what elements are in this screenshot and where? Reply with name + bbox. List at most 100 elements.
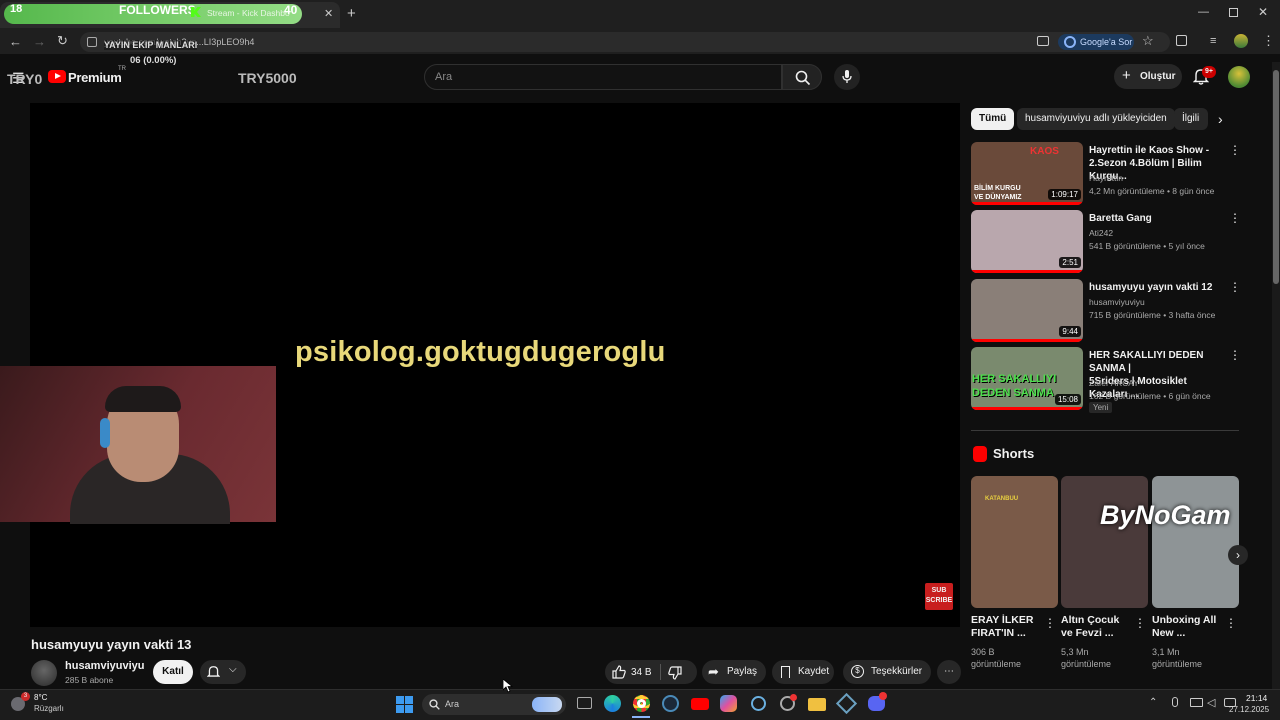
profile-avatar[interactable] xyxy=(1234,34,1248,48)
short-item[interactable]: ERAY İLKER FIRAT'IN ... 306 B görüntülem… xyxy=(971,476,1058,672)
app-icon-3[interactable] xyxy=(835,692,858,715)
app-icon-1[interactable] xyxy=(748,694,770,714)
video-duration: 9:44 xyxy=(1059,326,1081,337)
thanks-label: Teşekkürler xyxy=(871,666,923,677)
more-vert-icon[interactable]: ⋮ xyxy=(1044,616,1056,630)
steam-icon[interactable] xyxy=(660,694,682,714)
short-title-line1: ERAY İLKER xyxy=(971,614,1034,626)
like-icon[interactable] xyxy=(612,665,626,679)
minimize-icon[interactable]: — xyxy=(1198,6,1209,18)
tab-close-icon[interactable]: ✕ xyxy=(324,7,333,20)
video-duration: 1:09:17 xyxy=(1048,189,1081,200)
chips-next-icon[interactable]: › xyxy=(1218,111,1223,127)
more-vert-icon[interactable]: ⋮ xyxy=(1225,616,1237,630)
task-view-icon[interactable] xyxy=(574,694,596,714)
tray-volume-icon[interactable]: ◁ xyxy=(1207,696,1215,709)
reload-icon[interactable]: ↻ xyxy=(57,33,68,49)
more-vert-icon[interactable]: ⋮ xyxy=(1229,211,1241,225)
tab-title: Stream - Kick Dashbo xyxy=(207,8,290,18)
related-title[interactable]: Baretta Gang xyxy=(1089,212,1221,225)
video-caption-text: psikolog.goktugdugeroglu xyxy=(295,336,666,368)
save-button[interactable]: Kaydet xyxy=(772,660,834,684)
channel-avatar[interactable] xyxy=(31,660,57,686)
short-thumbnail[interactable] xyxy=(1061,476,1148,608)
clock-date[interactable]: 27.12.2025 xyxy=(1229,705,1269,714)
site-info-icon[interactable] xyxy=(87,37,97,47)
overlay-text-percent: 06 (0.00%) xyxy=(130,55,177,66)
window-close-icon[interactable]: ✕ xyxy=(1258,5,1268,19)
back-icon[interactable]: ← xyxy=(9,34,22,49)
related-channel[interactable]: Zafer AKCAY xyxy=(1089,377,1139,389)
short-views-label: görüntüleme xyxy=(971,659,1022,669)
reading-list-icon[interactable]: ≡ xyxy=(1210,35,1216,47)
short-thumbnail[interactable] xyxy=(1152,476,1239,608)
taskbar-search[interactable]: Ara xyxy=(422,694,566,715)
app-icon-2[interactable] xyxy=(777,694,799,714)
shorts-next-icon[interactable]: › xyxy=(1228,545,1248,565)
headset-icon xyxy=(100,418,110,448)
edge-icon[interactable] xyxy=(602,694,624,714)
more-vert-icon[interactable]: ⋮ xyxy=(1229,280,1241,294)
scrollbar-thumb[interactable] xyxy=(1273,70,1279,284)
channel-name[interactable]: husamviyuviyu xyxy=(65,660,144,672)
create-label: Oluştur xyxy=(1140,71,1176,82)
clock-time[interactable]: 21:14 xyxy=(1246,693,1267,703)
subscribe-watermark[interactable]: SUB SCRIBE xyxy=(925,583,953,610)
chip-all[interactable]: Tümü xyxy=(971,108,1015,130)
tray-network-icon[interactable] xyxy=(1190,698,1203,707)
windows-start-icon[interactable] xyxy=(396,696,413,713)
join-button[interactable]: Katıl xyxy=(153,660,193,684)
create-button[interactable]: + Oluştur xyxy=(1114,64,1182,89)
more-vert-icon[interactable]: ⋮ xyxy=(1229,348,1241,362)
related-channel[interactable]: Hayrettin xyxy=(1089,172,1123,184)
bynogam-watermark: ByNoGam xyxy=(1100,500,1231,530)
tray-chevron-up-icon[interactable]: ⌃ xyxy=(1149,697,1157,708)
share-button[interactable]: ➦ Paylaş xyxy=(702,660,766,684)
video-duration: 2:51 xyxy=(1059,257,1081,268)
chip-related[interactable]: İlgili xyxy=(1174,108,1208,130)
bookmark-star-icon[interactable]: ☆ xyxy=(1142,33,1154,49)
voice-search-button[interactable] xyxy=(834,64,860,90)
related-title[interactable]: husamyuyu yayın vakti 12 xyxy=(1089,281,1221,294)
dislike-icon[interactable] xyxy=(668,666,682,680)
file-explorer-icon[interactable] xyxy=(806,694,828,714)
cast-icon[interactable] xyxy=(1037,36,1049,46)
maximize-icon[interactable] xyxy=(1229,8,1238,17)
related-channel[interactable]: husamviyuviyu xyxy=(1089,296,1145,308)
account-avatar[interactable] xyxy=(1228,66,1250,88)
thanks-button[interactable]: $ Teşekkürler xyxy=(843,660,931,684)
youtube-premium-label[interactable]: Premium xyxy=(68,70,122,85)
more-vert-icon[interactable]: ⋮ xyxy=(1134,616,1146,630)
save-icon xyxy=(781,666,790,678)
search-button[interactable] xyxy=(782,64,822,90)
more-vert-icon[interactable]: ⋮ xyxy=(1229,143,1241,157)
copilot-icon[interactable] xyxy=(718,694,740,714)
new-tab-icon[interactable]: + xyxy=(347,5,356,22)
youtube-app-icon[interactable] xyxy=(689,694,711,714)
like-count[interactable]: 34 B xyxy=(631,667,652,678)
plus-icon: + xyxy=(1122,67,1131,84)
thumbnail-text: VE DÜNYAMIZ xyxy=(974,194,1022,201)
discord-icon[interactable] xyxy=(866,692,888,714)
browser-menu-icon[interactable]: ⋮ xyxy=(1262,33,1275,49)
more-actions-button[interactable]: ⋯ xyxy=(937,660,961,684)
forward-icon[interactable]: → xyxy=(33,34,46,49)
short-title-line2: New ... xyxy=(1152,627,1186,639)
chrome-icon[interactable] xyxy=(631,694,653,714)
extensions-icon[interactable] xyxy=(1176,35,1187,46)
short-title[interactable]: Unboxing All New ... xyxy=(1152,614,1226,640)
page-scrollbar[interactable] xyxy=(1272,62,1280,690)
related-video-item[interactable]: 2:51 Baretta Gang Ati242 541 B görüntüle… xyxy=(971,210,1241,276)
related-video-item[interactable]: 9:44 husamyuyu yayın vakti 12 husamviyuv… xyxy=(971,279,1241,345)
short-title[interactable]: Altın Çocuk ve Fevzi ... xyxy=(1061,614,1135,640)
short-title[interactable]: ERAY İLKER FIRAT'IN ... xyxy=(971,614,1045,640)
related-title-line1: husamyuyu yayın vakti 12 xyxy=(1089,282,1213,293)
subscribed-dropdown-button[interactable]: ⌵ xyxy=(200,660,246,684)
search-input[interactable]: Ara xyxy=(424,64,782,90)
chip-from-uploader[interactable]: husamviyuviyu adlı yükleyiciden xyxy=(1017,108,1175,130)
related-channel[interactable]: Ati242 xyxy=(1089,227,1113,239)
tray-mic-icon[interactable] xyxy=(1172,697,1178,707)
short-views-count: 306 B xyxy=(971,647,995,657)
related-meta: 541 B görüntüleme • 5 yıl önce xyxy=(1089,241,1205,251)
taskbar-search-icon xyxy=(429,699,440,710)
